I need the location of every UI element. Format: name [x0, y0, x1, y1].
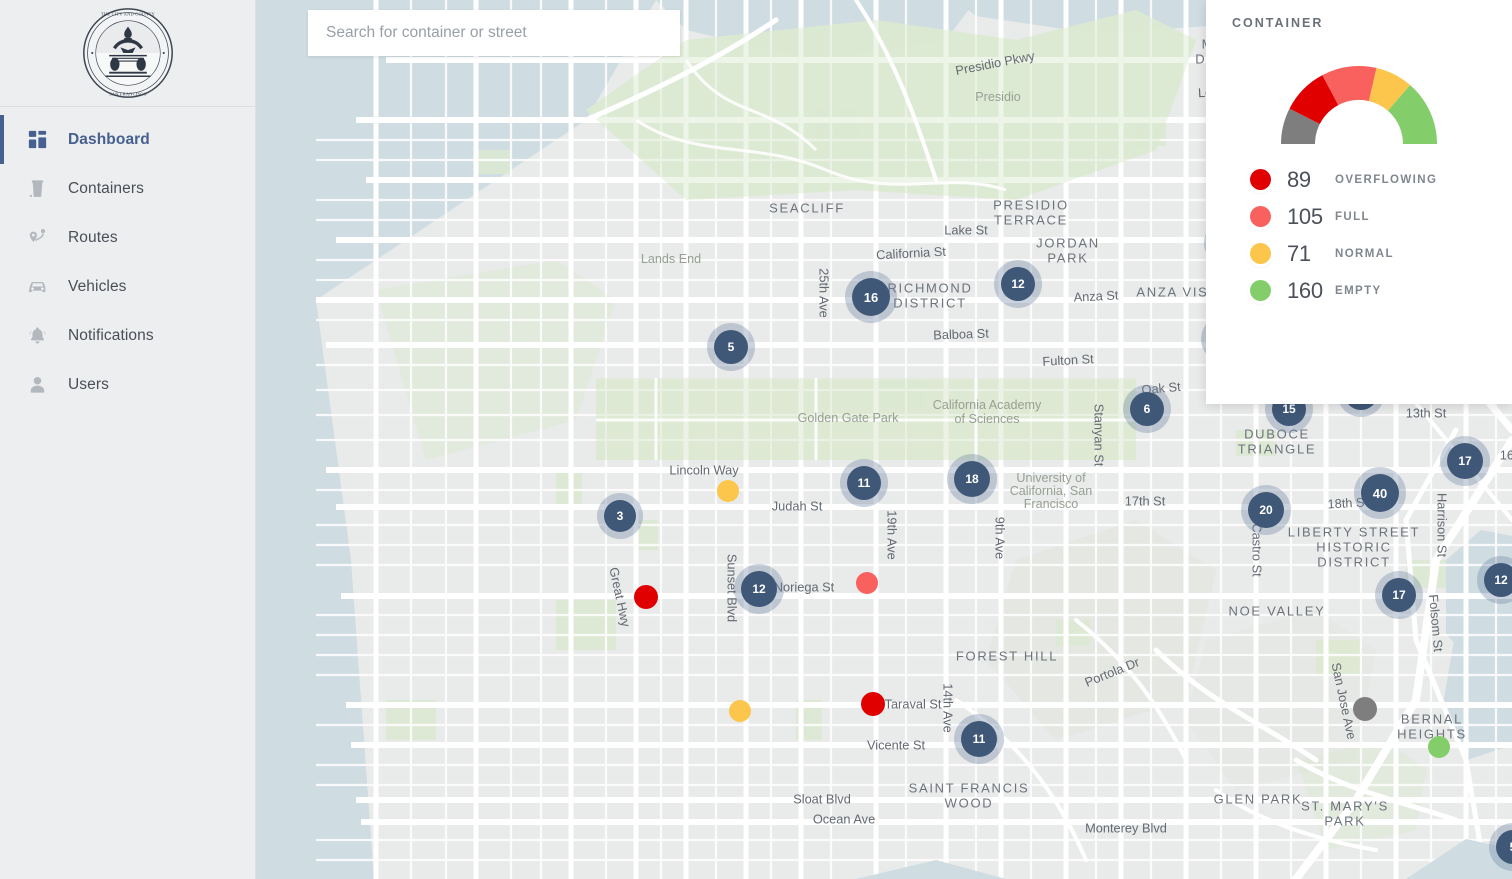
- sidebar-item-routes[interactable]: Routes: [0, 213, 255, 262]
- legend-label: NORMAL: [1335, 248, 1394, 260]
- sidebar-item-vehicles[interactable]: Vehicles: [0, 262, 255, 311]
- legend-label: EMPTY: [1335, 285, 1382, 297]
- cluster-count: 18: [954, 461, 990, 497]
- map-cluster-marker[interactable]: 20: [1248, 492, 1284, 528]
- map-cluster-marker[interactable]: 3: [604, 500, 636, 532]
- map-container-marker-normal[interactable]: [717, 480, 739, 502]
- truck-icon: [26, 276, 48, 298]
- map-container-marker-full[interactable]: [856, 572, 878, 594]
- container-status-dot: [1428, 736, 1450, 758]
- map-cluster-marker[interactable]: 16: [852, 278, 890, 316]
- map-cluster-marker[interactable]: 5: [714, 330, 748, 364]
- legend-row-empty[interactable]: 160EMPTY: [1250, 272, 1512, 309]
- map-cluster-marker[interactable]: 12: [1484, 563, 1512, 597]
- cluster-count: 6: [1130, 392, 1164, 426]
- cluster-count: 11: [961, 721, 997, 757]
- legend-value: 160: [1287, 278, 1335, 304]
- map-container-marker-overflowing[interactable]: [634, 585, 658, 609]
- logo-area: THE CITY AND COUNTY SAN FRANCISCO: [0, 0, 255, 107]
- map-cluster-marker[interactable]: 18: [954, 461, 990, 497]
- gauge-chart: [1206, 44, 1512, 149]
- map-cluster-marker[interactable]: 12: [741, 571, 777, 607]
- legend-label: FULL: [1335, 211, 1370, 223]
- map-cluster-marker[interactable]: 40: [1361, 474, 1399, 512]
- user-icon: [26, 374, 48, 396]
- cluster-count: 5: [1496, 830, 1512, 864]
- sidebar: THE CITY AND COUNTY SAN FRANCISCO: [0, 0, 256, 879]
- sidebar-nav: Dashboard Containers: [0, 107, 255, 409]
- cluster-count: 12: [1484, 563, 1512, 597]
- card-title: CONTAINER: [1232, 16, 1512, 30]
- legend-value: 89: [1287, 167, 1335, 193]
- route-pin-icon: [26, 227, 48, 249]
- svg-text:THE CITY AND COUNTY: THE CITY AND COUNTY: [101, 11, 155, 16]
- container-status-dot: [717, 480, 739, 502]
- container-summary-card: CONTAINER 89OVERFLOWING105FULL71NORMAL16…: [1206, 0, 1512, 404]
- map-cluster-marker[interactable]: 12: [1001, 267, 1035, 301]
- cluster-count: 17: [1382, 578, 1416, 612]
- cluster-count: 5: [714, 330, 748, 364]
- map-canvas[interactable]: Bay StMARINADISTRICTPresidio PkwyLombard…: [256, 0, 1512, 879]
- sidebar-item-label: Notifications: [68, 327, 154, 345]
- bell-icon: [26, 325, 48, 347]
- map-container-marker-empty[interactable]: [1428, 736, 1450, 758]
- legend-row-overflowing[interactable]: 89OVERFLOWING: [1250, 161, 1512, 198]
- sidebar-item-label: Users: [68, 376, 109, 394]
- svg-text:SAN FRANCISCO: SAN FRANCISCO: [109, 91, 147, 96]
- cluster-count: 16: [852, 278, 890, 316]
- container-status-dot: [634, 585, 658, 609]
- app-root: THE CITY AND COUNTY SAN FRANCISCO: [0, 0, 1512, 879]
- legend-row-normal[interactable]: 71NORMAL: [1250, 235, 1512, 272]
- sidebar-item-users[interactable]: Users: [0, 360, 255, 409]
- map-cluster-marker[interactable]: 17: [1382, 578, 1416, 612]
- sidebar-item-label: Containers: [68, 180, 144, 198]
- map-container-marker-unknown[interactable]: [1353, 697, 1377, 721]
- container-status-dot: [861, 692, 885, 716]
- legend-value: 71: [1287, 241, 1335, 267]
- sidebar-item-label: Routes: [68, 229, 118, 247]
- map-cluster-marker[interactable]: 5: [1496, 830, 1512, 864]
- search-input[interactable]: [308, 10, 680, 56]
- legend-value: 105: [1287, 204, 1335, 230]
- container-status-dot: [729, 700, 751, 722]
- map-cluster-marker[interactable]: 6: [1130, 392, 1164, 426]
- map-container-marker-normal[interactable]: [729, 700, 751, 722]
- sidebar-item-dashboard[interactable]: Dashboard: [0, 115, 255, 164]
- map-cluster-marker[interactable]: 11: [961, 721, 997, 757]
- gauge-legend: 89OVERFLOWING105FULL71NORMAL160EMPTY: [1250, 161, 1512, 309]
- dashboard-icon: [26, 129, 48, 151]
- trash-bin-icon: [26, 178, 48, 200]
- legend-color-dot: [1250, 169, 1271, 190]
- sidebar-item-notifications[interactable]: Notifications: [0, 311, 255, 360]
- map-container-marker-overflowing[interactable]: [861, 692, 885, 716]
- legend-color-dot: [1250, 206, 1271, 227]
- legend-color-dot: [1250, 243, 1271, 264]
- legend-color-dot: [1250, 280, 1271, 301]
- gauge-svg: [1259, 44, 1459, 149]
- city-seal-logo: THE CITY AND COUNTY SAN FRANCISCO: [81, 6, 175, 100]
- cluster-count: 12: [1001, 267, 1035, 301]
- cluster-count: 3: [604, 500, 636, 532]
- map-cluster-marker[interactable]: 17: [1447, 443, 1483, 479]
- sidebar-item-label: Dashboard: [68, 131, 150, 149]
- cluster-count: 40: [1361, 474, 1399, 512]
- cluster-count: 20: [1248, 492, 1284, 528]
- container-status-dot: [856, 572, 878, 594]
- cluster-count: 12: [741, 571, 777, 607]
- map-cluster-marker[interactable]: 11: [847, 466, 881, 500]
- cluster-count: 11: [847, 466, 881, 500]
- sidebar-item-label: Vehicles: [68, 278, 127, 296]
- sidebar-item-containers[interactable]: Containers: [0, 164, 255, 213]
- container-status-dot: [1353, 697, 1377, 721]
- legend-label: OVERFLOWING: [1335, 174, 1437, 186]
- cluster-count: 17: [1447, 443, 1483, 479]
- legend-row-full[interactable]: 105FULL: [1250, 198, 1512, 235]
